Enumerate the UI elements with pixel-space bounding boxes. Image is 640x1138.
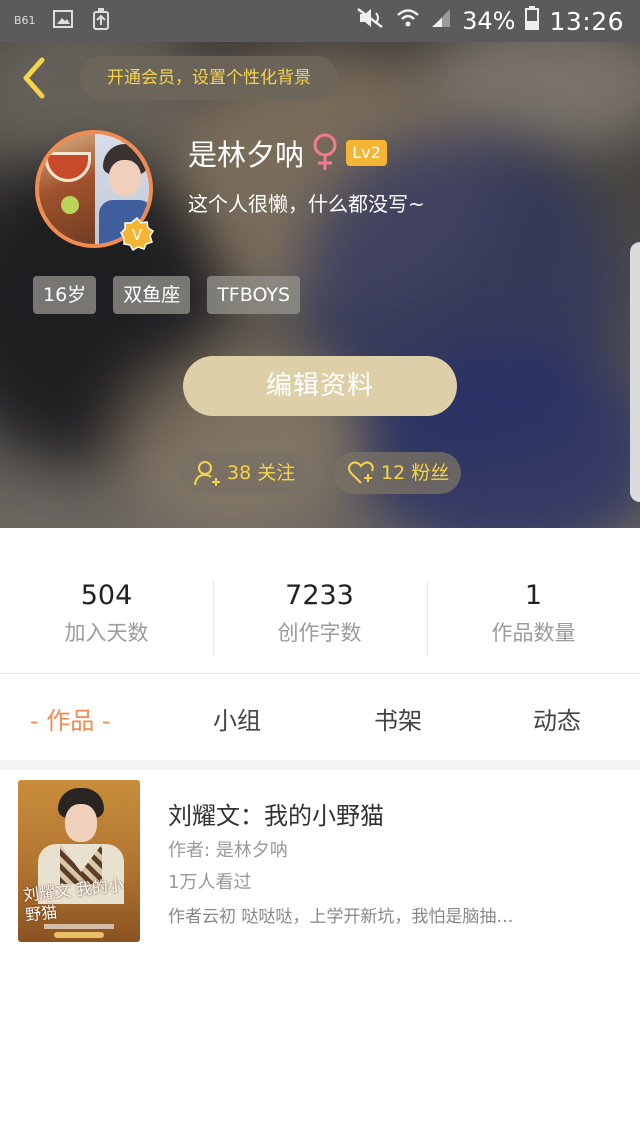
image-icon <box>52 8 74 30</box>
side-drawer-handle[interactable] <box>630 242 640 502</box>
cleanup-icon <box>90 8 112 30</box>
work-cover-image[interactable]: 刘耀文 我的小野猫 <box>18 780 140 942</box>
work-card[interactable]: 刘耀文 我的小野猫 刘耀文：我的小野猫 作者: 是林夕呐 1万人看过 作者云初 … <box>10 770 630 952</box>
wifi-icon <box>396 7 420 35</box>
mute-icon <box>356 7 386 35</box>
signal-icon <box>430 7 452 35</box>
stat-works-count: 1 作品数量 <box>427 580 640 647</box>
work-views: 1万人看过 <box>168 872 252 893</box>
following-button[interactable]: 38 关注 <box>179 452 307 494</box>
work-description: 作者云初 哒哒哒，上学开新坑，我怕是脑抽… <box>168 907 514 927</box>
bio-text: 这个人很懒，什么都没写~ <box>188 192 425 216</box>
tab-bookshelf[interactable]: 书架 <box>374 701 422 736</box>
profile-page: B612 34% 13:26 <box>0 0 640 1138</box>
edit-profile-button[interactable]: 编辑资料 <box>183 356 457 416</box>
clock: 13:26 <box>549 6 624 36</box>
female-gender-icon <box>310 132 340 172</box>
stat-value: 504 <box>80 580 133 611</box>
svg-text:V: V <box>132 226 143 244</box>
stat-label: 作品数量 <box>491 621 576 645</box>
tag-age: 16岁 <box>33 276 97 314</box>
content-tabs: - 作品 - 小组 书架 动态 <box>0 674 640 760</box>
following-label: 38 关注 <box>227 462 296 484</box>
stat-label: 加入天数 <box>64 621 149 645</box>
work-author: 作者: 是林夕呐 <box>168 840 288 861</box>
back-button[interactable] <box>16 56 56 100</box>
stat-label: 创作字数 <box>277 621 362 645</box>
work-title[interactable]: 刘耀文：我的小野猫 <box>168 796 384 831</box>
vip-background-banner[interactable]: 开通会员，设置个性化背景 <box>80 56 338 100</box>
followers-button[interactable]: 12 粉丝 <box>333 452 461 494</box>
tab-groups[interactable]: 小组 <box>213 701 261 736</box>
stat-value: 1 <box>524 580 543 611</box>
stat-join-days: 504 加入天数 <box>0 580 213 647</box>
battery-icon <box>525 6 540 36</box>
verified-badge-icon: V <box>120 216 155 252</box>
status-bar: B612 34% 13:26 <box>0 0 640 42</box>
svg-text:B612: B612 <box>14 14 36 27</box>
followers-label: 12 粉丝 <box>381 462 450 484</box>
stat-word-count: 7233 创作字数 <box>213 580 426 647</box>
notification-icon: B612 <box>14 8 36 30</box>
tab-works[interactable]: - 作品 - <box>30 701 111 736</box>
profile-tags: 16岁 双鱼座 TFBOYS <box>33 276 301 314</box>
tag-zodiac: 双鱼座 <box>113 276 191 314</box>
username: 是林夕呐 <box>188 138 305 172</box>
stat-value: 7233 <box>285 580 354 611</box>
section-separator <box>0 760 640 770</box>
tag-fandom: TFBOYS <box>207 276 301 314</box>
profile-header: 开通会员，设置个性化背景 V 是林夕呐 Lv2 这个人很懒，什么都没写~ 16岁… <box>0 42 640 528</box>
stats-row: 504 加入天数 7233 创作字数 1 作品数量 <box>0 528 640 673</box>
level-badge: Lv2 <box>346 140 387 166</box>
heart-plus-icon <box>348 461 374 484</box>
user-plus-icon <box>194 461 220 486</box>
battery-text: 34% <box>462 7 516 35</box>
chevron-left-icon <box>23 57 45 99</box>
tab-activity[interactable]: 动态 <box>533 701 581 736</box>
